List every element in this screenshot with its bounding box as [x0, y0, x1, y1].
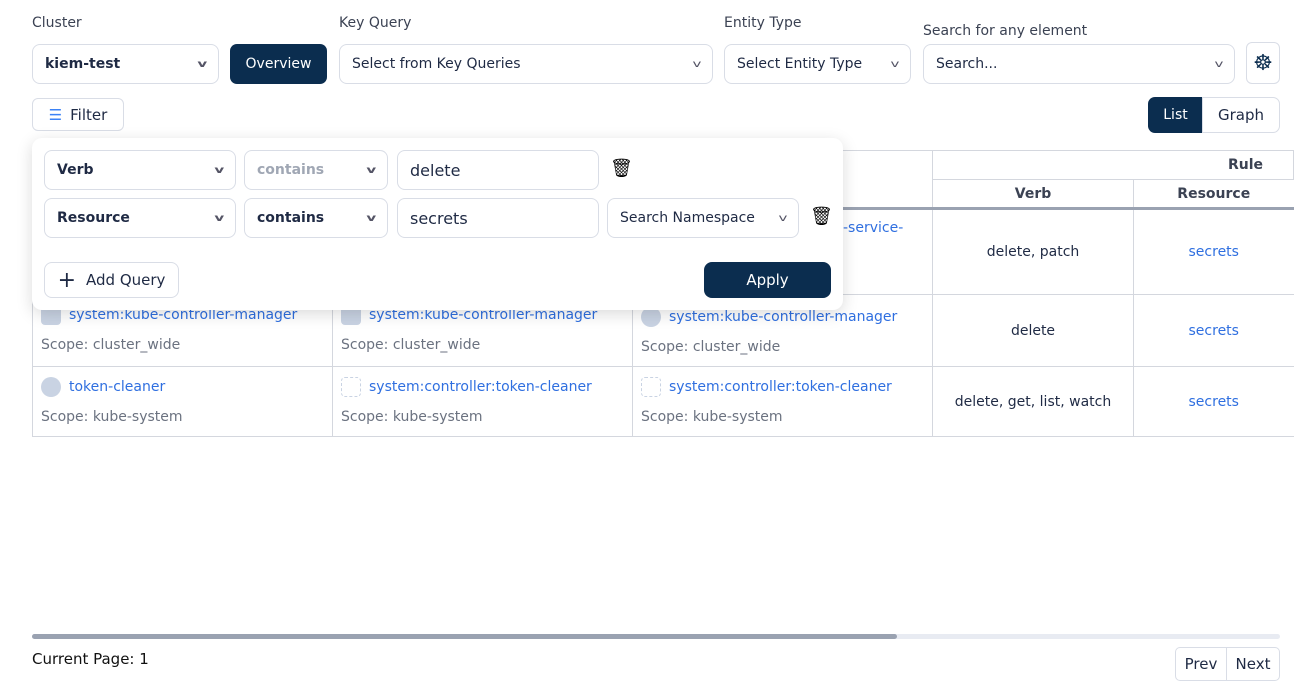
operator-select[interactable]: contains v	[244, 198, 388, 238]
entity-link[interactable]: system:controller:token-cleaner	[669, 379, 892, 395]
field-select[interactable]: Verb v	[44, 150, 236, 190]
entity-type-select[interactable]: Select Entity Type v	[724, 44, 911, 84]
trash-icon[interactable]: 🗑	[810, 206, 833, 227]
chevron-down-icon: v	[197, 58, 208, 70]
search-select[interactable]: Search... v	[923, 44, 1235, 84]
entity-link[interactable]: system:controller:token-cleaner	[369, 379, 592, 395]
value-input[interactable]: delete	[397, 150, 599, 190]
next-button[interactable]: Next	[1226, 647, 1280, 681]
verb-cell: delete, patch	[932, 208, 1134, 295]
scope-text: Scope: cluster_wide	[641, 339, 781, 355]
resource-link[interactable]: secrets	[1133, 366, 1294, 437]
current-page: Current Page: 1	[32, 650, 149, 668]
resource-link[interactable]: secrets	[1133, 294, 1294, 367]
namespace-select[interactable]: Search Namespace v	[607, 198, 799, 238]
chevron-down-icon: v	[692, 58, 702, 70]
scrollbar-thumb[interactable]	[32, 634, 897, 639]
prev-button[interactable]: Prev	[1175, 647, 1227, 681]
chevron-down-icon: v	[778, 212, 788, 224]
value-input[interactable]: secrets	[397, 198, 599, 238]
chevron-down-icon: v	[1214, 58, 1224, 70]
chevron-down-icon: v	[214, 164, 225, 176]
entity-link[interactable]: token-cleaner	[69, 379, 165, 395]
filter-icon: ☰	[48, 105, 63, 124]
trash-icon[interactable]: 🗑	[610, 158, 633, 179]
role-icon	[641, 377, 661, 397]
cluster-select[interactable]: kiem-test v	[32, 44, 219, 84]
list-view-tab[interactable]: List	[1148, 97, 1203, 133]
chevron-down-icon: v	[366, 212, 377, 224]
resource-link[interactable]: secrets	[1133, 208, 1294, 295]
entity-link[interactable]: system:kube-controller-manager	[669, 309, 897, 325]
field-select[interactable]: Resource v	[44, 198, 236, 238]
chevron-down-icon: v	[366, 164, 377, 176]
table-row: token-cleaner Scope: kube-system system:c…	[32, 366, 1294, 437]
binding-icon	[341, 377, 361, 397]
filter-panel: Verb v contains v delete 🗑 Resource v conta…	[32, 138, 843, 310]
operator-select[interactable]: contains v	[244, 150, 388, 190]
service-account-icon	[41, 377, 61, 397]
key-query-select[interactable]: Select from Key Queries v	[339, 44, 713, 84]
plus-icon: +	[57, 267, 77, 293]
scope-text: Scope: kube-system	[41, 409, 183, 425]
entity-type-value: Select Entity Type	[737, 56, 863, 72]
verb-header: Verb	[932, 179, 1134, 210]
graph-view-tab[interactable]: Graph	[1202, 97, 1280, 133]
field-value: Verb	[57, 162, 94, 178]
field-value: Resource	[57, 210, 130, 226]
search-placeholder: Search...	[936, 56, 998, 72]
key-query-value: Select from Key Queries	[352, 56, 521, 72]
key-query-label: Key Query	[339, 15, 412, 31]
helm-wheel-icon[interactable]: ☸	[1246, 42, 1280, 84]
chevron-down-icon: v	[890, 58, 900, 70]
scope-text: Scope: cluster_wide	[341, 337, 481, 353]
resource-header: Resource	[1133, 179, 1294, 210]
overview-button[interactable]: Overview	[230, 44, 327, 84]
cluster-label: Cluster	[32, 15, 82, 31]
apply-button[interactable]: Apply	[704, 262, 831, 298]
verb-cell: delete	[932, 294, 1134, 367]
horizontal-scrollbar[interactable]	[32, 634, 1280, 639]
cluster-value: kiem-test	[45, 56, 121, 72]
scope-text: Scope: kube-system	[641, 409, 783, 425]
search-label: Search for any element	[923, 23, 1088, 39]
add-query-label: Add Query	[86, 271, 166, 289]
scope-text: Scope: cluster_wide	[41, 337, 181, 353]
namespace-value: Search Namespace	[620, 210, 755, 226]
filter-button[interactable]: ☰ Filter	[32, 98, 124, 131]
verb-cell: delete, get, list, watch	[932, 366, 1134, 437]
role-icon	[641, 307, 661, 327]
add-query-button[interactable]: + Add Query	[44, 262, 179, 298]
entity-link[interactable]: -service-	[843, 220, 924, 236]
scope-text: Scope: kube-system	[341, 409, 483, 425]
operator-value: contains	[257, 162, 325, 178]
chevron-down-icon: v	[214, 212, 225, 224]
rule-header: Rule	[932, 150, 1294, 180]
entity-type-label: Entity Type	[724, 15, 802, 31]
filter-label: Filter	[70, 105, 108, 124]
operator-value: contains	[257, 210, 325, 226]
